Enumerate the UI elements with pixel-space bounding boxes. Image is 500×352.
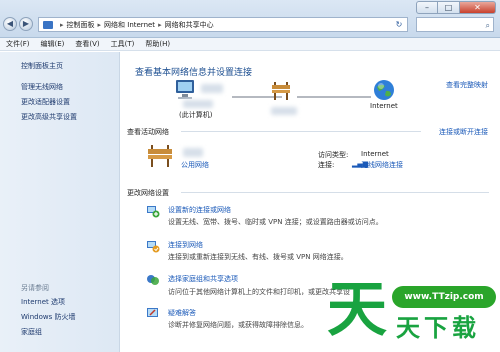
menu-view[interactable]: 查看(V) — [75, 39, 99, 49]
task-homegroup-link[interactable]: 选择家庭组和共享选项 — [168, 274, 238, 284]
address-bar[interactable]: ▸ 控制面板 ▸ 网络和 Internet ▸ 网络和共享中心 ↻ — [38, 17, 408, 32]
redacted-name — [201, 84, 223, 93]
sidebar-item-firewall[interactable]: Windows 防火墙 — [21, 312, 75, 322]
sidebar-item-adapter-settings[interactable]: 更改适配器设置 — [21, 97, 70, 107]
search-input[interactable]: ⌕ — [416, 17, 494, 32]
task-connect-network-link[interactable]: 连接到网络 — [168, 240, 203, 250]
menu-file[interactable]: 文件(F) — [6, 39, 30, 49]
public-network-bench-icon — [148, 145, 172, 167]
globe-icon — [374, 80, 394, 100]
redacted-name — [271, 107, 297, 115]
task-troubleshoot-link[interactable]: 疑难解答 — [168, 308, 196, 318]
watermark-url-badge: www.TTzip.com — [392, 286, 496, 308]
divider — [181, 192, 489, 193]
breadcrumb-separator: ▸ — [97, 20, 102, 29]
computer-label: (此计算机) — [179, 111, 213, 119]
menu-bar: 文件(F) 编辑(E) 查看(V) 工具(T) 帮助(H) — [0, 38, 500, 51]
access-type-value: Internet — [361, 150, 389, 158]
connect-network-icon — [147, 241, 160, 253]
new-connection-icon — [147, 206, 160, 218]
breadcrumb-network-internet[interactable]: 网络和 Internet — [104, 20, 155, 30]
menu-help[interactable]: 帮助(H) — [145, 39, 170, 49]
minimize-button[interactable]: – — [416, 1, 438, 14]
task-new-connection-desc: 设置无线、宽带、拨号、临时或 VPN 连接；或设置路由器或访问点。 — [168, 218, 383, 226]
refresh-icon[interactable]: ↻ — [393, 19, 405, 30]
divider — [181, 131, 421, 132]
forward-button[interactable]: ▶ — [19, 17, 33, 31]
connect-disconnect-link[interactable]: 连接或断开连接 — [439, 127, 488, 137]
breadcrumb-control-panel[interactable]: 控制面板 — [67, 20, 95, 30]
access-type-label: 访问类型: — [318, 151, 349, 159]
task-new-connection-link[interactable]: 设置新的连接或网络 — [168, 205, 231, 215]
control-panel-icon — [43, 20, 53, 29]
maximize-button[interactable]: □ — [438, 1, 460, 14]
homegroup-icon — [147, 275, 159, 285]
change-settings-heading: 更改网络设置 — [127, 189, 169, 197]
troubleshoot-icon — [147, 308, 158, 317]
sidebar-item-internet-options[interactable]: Internet 选项 — [21, 297, 65, 307]
watermark-logo-char: 天 — [327, 275, 387, 345]
network-sharing-center-window: – □ ✕ ◀ ▶ ▸ 控制面板 ▸ 网络和 Internet ▸ 网络和共享中… — [0, 0, 500, 352]
internet-label: Internet — [370, 102, 398, 110]
menu-edit[interactable]: 编辑(E) — [41, 39, 65, 49]
breadcrumb-separator: ▸ — [158, 20, 162, 29]
task-connect-network-desc: 连接到或重新连接到无线、有线、拨号或 VPN 网络连接。 — [168, 253, 348, 261]
sidebar-item-control-panel-home[interactable]: 控制面板主页 — [21, 61, 63, 71]
redacted-name — [183, 148, 203, 157]
task-troubleshoot-desc: 诊断并修复网络问题，或获得故障排除信息。 — [168, 321, 308, 329]
breadcrumb-network-center[interactable]: 网络和共享中心 — [165, 20, 214, 30]
sidebar-item-manage-wireless[interactable]: 管理无线网络 — [21, 82, 63, 92]
sidebar: 控制面板主页 管理无线网络 更改适配器设置 更改高级共享设置 另请参阅 Inte… — [0, 52, 120, 352]
close-button[interactable]: ✕ — [460, 1, 496, 14]
task-homegroup-desc: 访问位于其他网络计算机上的文件和打印机，或更改共享设 — [168, 288, 350, 296]
nav-buttons: ◀ ▶ — [3, 17, 35, 31]
sidebar-item-homegroup[interactable]: 家庭组 — [21, 327, 42, 337]
computer-icon — [176, 80, 194, 99]
wireless-connection-link[interactable]: 无线网络连接 — [361, 160, 403, 170]
title-bar: – □ ✕ ◀ ▶ ▸ 控制面板 ▸ 网络和 Internet ▸ 网络和共享中… — [0, 0, 500, 38]
back-button[interactable]: ◀ — [3, 17, 17, 31]
breadcrumb-separator: ▸ — [60, 20, 64, 29]
redacted-name — [183, 100, 213, 108]
network-type-link[interactable]: 公用网络 — [181, 160, 209, 170]
sidebar-item-advanced-sharing[interactable]: 更改高级共享设置 — [21, 112, 77, 122]
page-title: 查看基本网络信息并设置连接 — [135, 68, 253, 78]
connection-line — [297, 96, 371, 98]
see-also-heading: 另请参阅 — [21, 284, 49, 292]
bench-network-icon — [272, 82, 290, 100]
full-map-link[interactable]: 查看完整映射 — [446, 80, 488, 90]
menu-tools[interactable]: 工具(T) — [111, 39, 135, 49]
connection-label: 连接: — [318, 161, 335, 169]
search-icon[interactable]: ⌕ — [486, 19, 490, 32]
watermark-site-name: 天下载 — [396, 314, 480, 342]
window-controls: – □ ✕ — [416, 1, 496, 14]
active-networks-heading: 查看活动网络 — [127, 128, 169, 136]
